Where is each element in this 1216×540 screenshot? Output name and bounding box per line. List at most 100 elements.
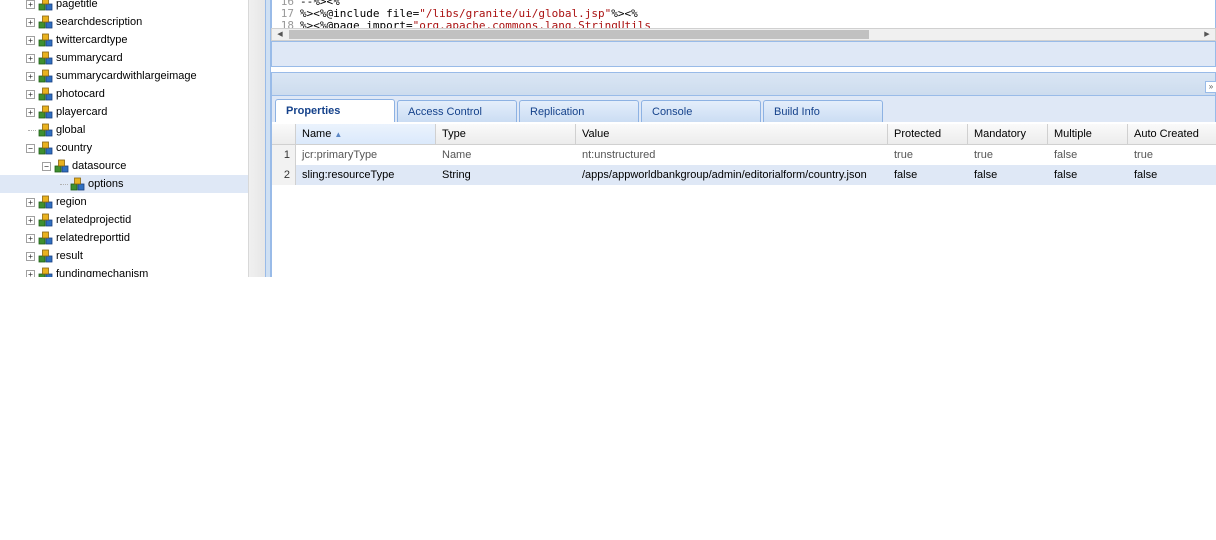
node-cubes-icon [38, 32, 54, 48]
node-cubes-icon [70, 176, 86, 192]
cell-protected: true [894, 149, 913, 161]
node-cubes-icon [38, 140, 54, 156]
column-header-auto-created[interactable]: Auto Created [1128, 124, 1216, 144]
column-header-protected[interactable]: Protected [888, 124, 968, 144]
tab-build-info[interactable]: Build Info [763, 100, 883, 122]
column-header-mandatory[interactable]: Mandatory [968, 124, 1048, 144]
tree-item-datasource[interactable]: − datasource [0, 157, 248, 175]
tree-item-playercard[interactable]: + playercard [0, 103, 248, 121]
bottom-panel-header: » [271, 72, 1216, 96]
tree-item-label: result [56, 250, 83, 262]
tree-item-label: playercard [56, 106, 108, 118]
node-cubes-icon [38, 14, 54, 30]
cell-multiple[interactable]: false [1048, 165, 1128, 185]
tree-item-twittercardtype[interactable]: + twittercardtype [0, 31, 248, 49]
tree-item-summarycard[interactable]: + summarycard [0, 49, 248, 67]
cell-name[interactable]: sling:resourceType [296, 165, 436, 185]
node-cubes-icon [38, 86, 54, 102]
collapse-toggle-icon[interactable]: − [42, 162, 51, 171]
scroll-right-arrow-icon[interactable]: ▶ [1201, 29, 1213, 40]
column-header-label: Auto Created [1134, 128, 1199, 140]
column-header-label: Mandatory [974, 128, 1026, 140]
scroll-left-arrow-icon[interactable]: ◀ [274, 29, 286, 40]
tree-connector [60, 184, 68, 185]
column-header-type[interactable]: Type [436, 124, 576, 144]
cell-mandatory: true [974, 149, 993, 161]
tab-access-control[interactable]: Access Control [397, 100, 517, 122]
tree-item-relatedprojectid[interactable]: + relatedprojectid [0, 211, 248, 229]
tree-item-searchdescription[interactable]: + searchdescription [0, 13, 248, 31]
expand-toggle-icon[interactable]: + [26, 270, 35, 277]
tree-item-label: photocard [56, 88, 105, 100]
tree-item-country[interactable]: − country [0, 139, 248, 157]
properties-grid: Name ▲ Type Value Protected Mandatory Multiple… [271, 122, 1216, 277]
row-number: 2 [272, 165, 296, 185]
tree-item-pagetitle[interactable]: + pagetitle [0, 0, 248, 13]
column-header-name[interactable]: Name ▲ [296, 124, 436, 144]
editor-status-bar [271, 41, 1216, 67]
cell-type[interactable]: String [436, 165, 576, 185]
tree-item-relatedreporttid[interactable]: + relatedreporttid [0, 229, 248, 247]
cell-auto[interactable]: false [1128, 165, 1216, 185]
tab-console[interactable]: Console [641, 100, 761, 122]
crxde-workspace: + pagetitle + searchdescription + twittercard… [0, 0, 1216, 277]
tree-item-global[interactable]: global [0, 121, 248, 139]
scrollbar-thumb[interactable] [289, 30, 869, 39]
tab-replication[interactable]: Replication [519, 100, 639, 122]
node-cubes-icon [38, 266, 54, 277]
code-line: 18 %><%@page import="org.apache.commons.l… [272, 19, 652, 29]
collapse-panel-icon[interactable]: » [1205, 81, 1216, 93]
tree-item-label: options [88, 178, 124, 190]
code-editor[interactable]: 16 --%><% 17 %><%@include file="/libs/grani… [271, 0, 1216, 28]
editor-horizontal-scrollbar[interactable]: ◀ ▶ [271, 28, 1216, 41]
tree-item-fundingmechanism[interactable]: + fundingmechanism [0, 265, 248, 277]
tree-item-result[interactable]: + result [0, 247, 248, 265]
grid-header: Name ▲ Type Value Protected Mandatory Multiple… [272, 124, 1216, 145]
column-header-label: Value [582, 128, 610, 140]
cell-name: jcr:primaryType [302, 149, 378, 161]
table-row[interactable]: 2 sling:resourceType String/apps/appworldb… [272, 165, 1216, 185]
cell-protected[interactable]: false [888, 165, 968, 185]
tree-item-label: relatedprojectid [56, 214, 132, 226]
node-cubes-icon [38, 248, 54, 264]
cell-multiple: false [1054, 149, 1078, 161]
tree-item-photocard[interactable]: + photocard [0, 85, 248, 103]
expand-toggle-icon[interactable]: + [26, 36, 35, 45]
column-header-multiple[interactable]: Multiple [1048, 124, 1128, 144]
tree-item-region[interactable]: + region [0, 193, 248, 211]
tree-item-label: region [56, 196, 87, 208]
tree-item-options[interactable]: options [0, 175, 248, 193]
column-header-label: Protected [894, 128, 942, 140]
expand-toggle-icon[interactable]: + [26, 90, 35, 99]
expand-toggle-icon[interactable]: + [26, 216, 35, 225]
tree-vertical-scrollbar[interactable] [248, 0, 266, 277]
tree-item-summarycardwithlargeimage[interactable]: + summarycardwithlargeimage [0, 67, 248, 85]
row-number-header [272, 124, 296, 144]
expand-toggle-icon[interactable]: + [26, 72, 35, 81]
expand-toggle-icon[interactable]: + [26, 108, 35, 117]
expand-toggle-icon[interactable]: + [26, 0, 35, 9]
table-row[interactable]: 1 jcr:primaryType Name nt:unstructured true t… [272, 145, 1216, 165]
cell-mandatory[interactable]: false [968, 165, 1048, 185]
line-number: 18 [280, 19, 294, 29]
expand-toggle-icon[interactable]: + [26, 198, 35, 207]
node-cubes-icon [38, 50, 54, 66]
column-header-label: Multiple [1054, 128, 1092, 140]
cell-auto: true [1134, 149, 1153, 161]
tab-properties[interactable]: Properties [275, 99, 395, 122]
expand-toggle-icon[interactable]: + [26, 234, 35, 243]
node-cubes-icon [38, 0, 54, 12]
collapse-toggle-icon[interactable]: − [26, 144, 35, 153]
expand-toggle-icon[interactable]: + [26, 18, 35, 27]
code-string: "org.apache.commons.lang.StringUtils [412, 19, 652, 29]
cell-value: nt:unstructured [582, 149, 656, 161]
sort-ascending-icon: ▲ [334, 130, 343, 139]
node-cubes-icon [38, 194, 54, 210]
expand-toggle-icon[interactable]: + [26, 54, 35, 63]
tree-item-label: searchdescription [56, 16, 143, 28]
column-header-value[interactable]: Value [576, 124, 888, 144]
expand-toggle-icon[interactable]: + [26, 252, 35, 261]
column-header-label: Type [442, 128, 466, 140]
tree-item-label: summarycard [56, 52, 123, 64]
cell-value[interactable]: /apps/appworldbankgroup/admin/editorialf… [576, 165, 888, 185]
